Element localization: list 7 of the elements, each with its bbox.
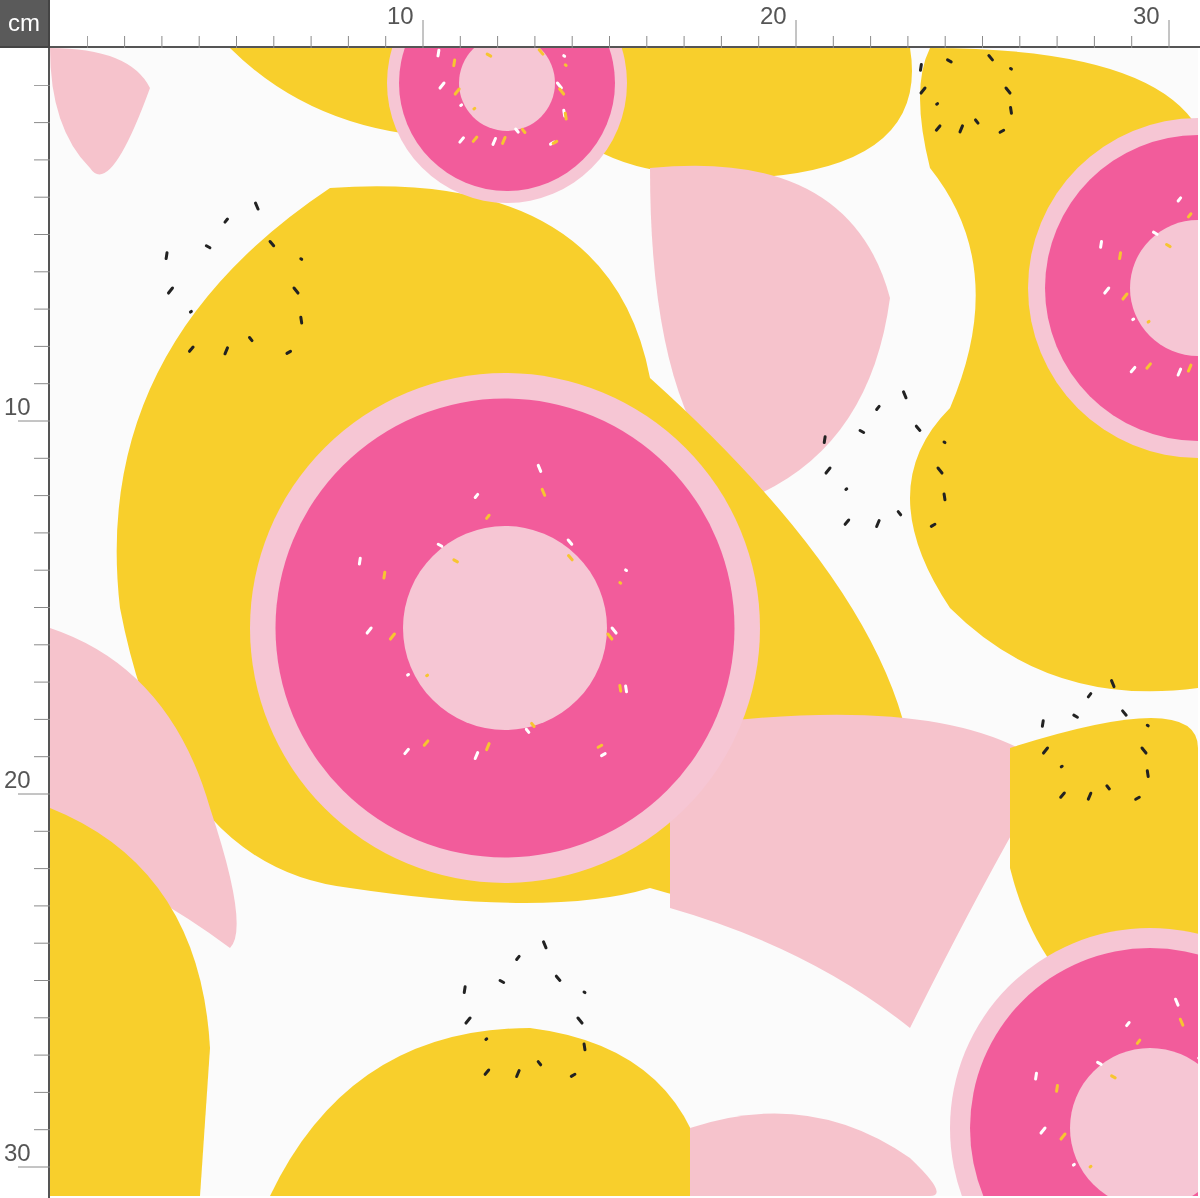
ruler-label: 10 (4, 395, 31, 419)
unit-label: cm (0, 0, 50, 48)
ruler-label: 20 (760, 4, 787, 28)
ruler-label: 20 (4, 768, 31, 792)
ruler-label: 30 (4, 1141, 31, 1165)
ruler-label: 10 (387, 4, 414, 28)
ruler-label: 30 (1133, 4, 1160, 28)
